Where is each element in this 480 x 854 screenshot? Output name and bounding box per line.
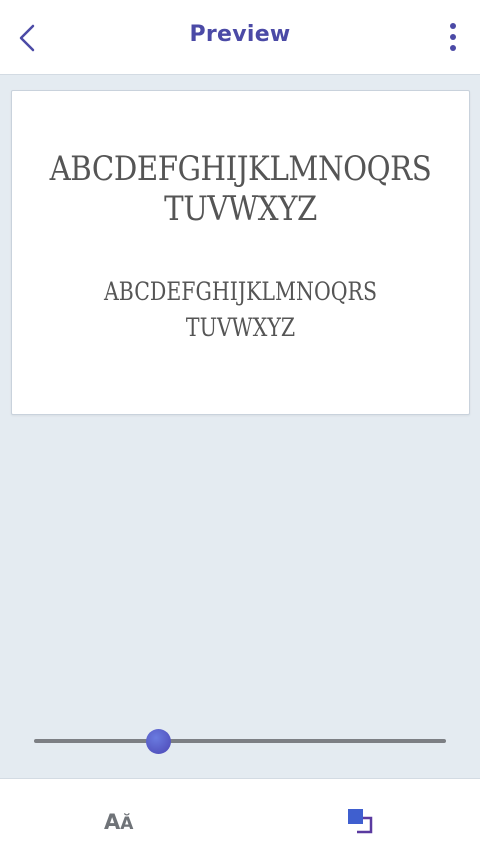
- bottom-toolbar: A Ă: [0, 778, 480, 854]
- font-size-button[interactable]: A Ă: [104, 807, 134, 834]
- sample-large-line-1: ABCDEFGHIJKLMNOQRS: [49, 149, 432, 189]
- sample-text-small: ABCDEFGHIJKLMNOQRS TUVWXYZ: [53, 274, 428, 346]
- slider-track[interactable]: [34, 739, 446, 743]
- sample-large-line-2: TUVWXYZ: [164, 189, 317, 229]
- more-options-button[interactable]: [446, 20, 460, 54]
- font-size-slider[interactable]: [34, 726, 446, 756]
- sample-small-line-1: ABCDEFGHIJKLMNOQRS: [103, 277, 378, 306]
- layers-button[interactable]: [345, 806, 375, 836]
- page-title: Preview: [189, 22, 291, 47]
- font-size-icon-big: A: [104, 810, 121, 834]
- font-preview-card: ABCDEFGHIJKLMNOQRS TUVWXYZ ABCDEFGHIJKLM…: [11, 90, 470, 415]
- preview-screen: Preview ABCDEFGHIJKLMNOQRS TUVWXYZ ABCDE…: [0, 0, 480, 854]
- app-bar: Preview: [0, 0, 480, 75]
- font-size-icon-small: Ă: [120, 814, 134, 834]
- sample-small-line-2: TUVWXYZ: [185, 313, 296, 342]
- sample-text-large: ABCDEFGHIJKLMNOQRS TUVWXYZ: [44, 149, 437, 229]
- slider-thumb[interactable]: [145, 729, 171, 754]
- more-vertical-icon: [450, 23, 456, 29]
- layers-icon: [348, 809, 373, 834]
